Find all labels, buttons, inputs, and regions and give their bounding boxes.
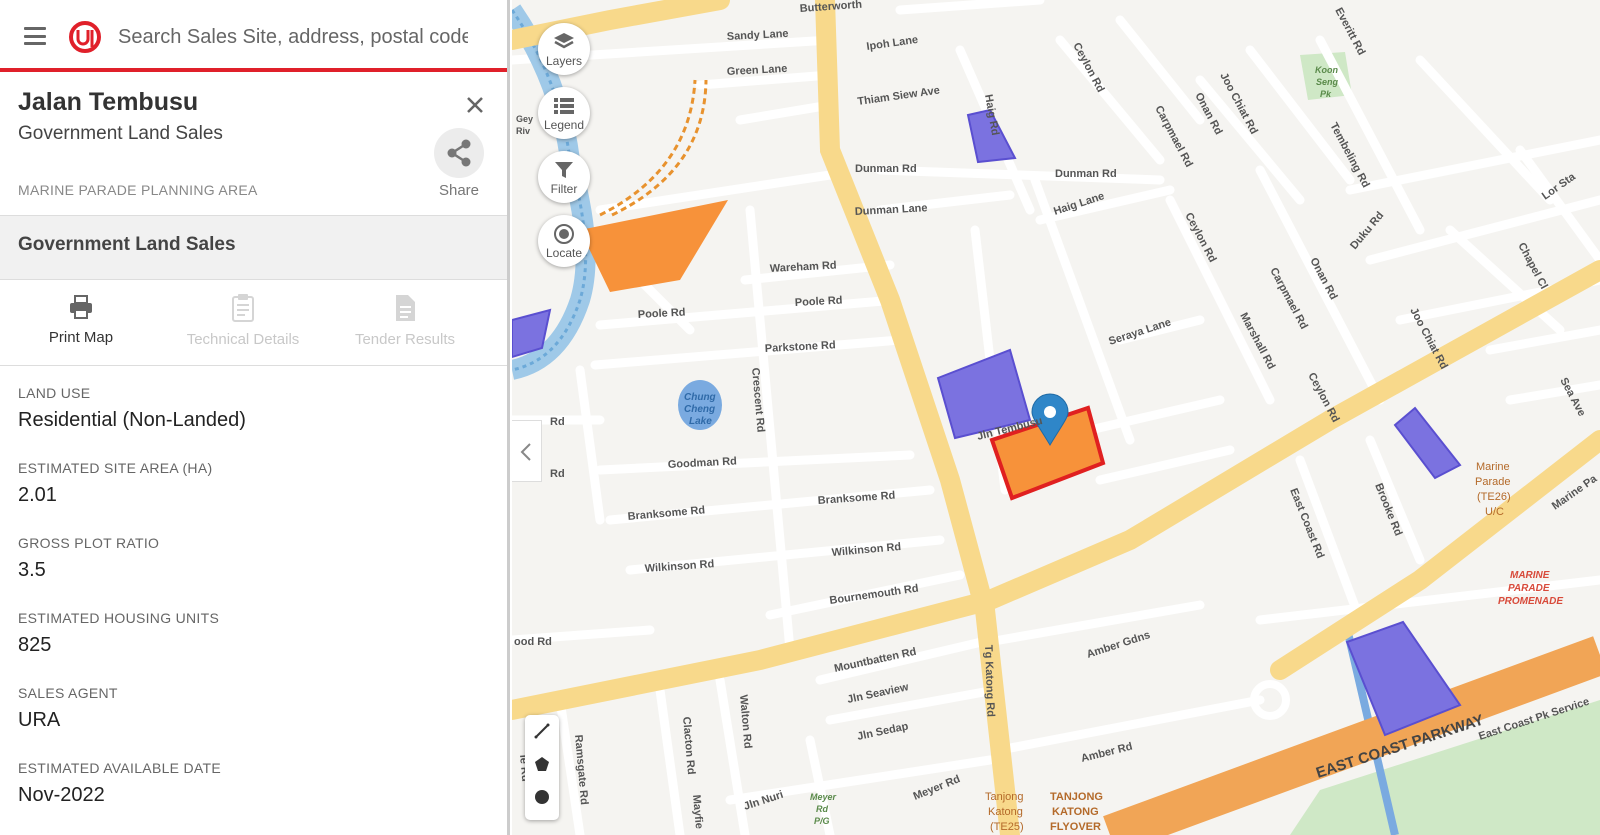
collapse-panel-button[interactable] bbox=[512, 420, 542, 482]
label-geylang-b: Riv bbox=[516, 126, 530, 136]
label-tj-katong-c: (TE25) bbox=[990, 821, 1024, 833]
detail-value: 2.01 bbox=[18, 484, 57, 506]
technical-details-button[interactable]: Technical Details bbox=[162, 293, 324, 357]
label-tj-flyover-c: FLYOVER bbox=[1050, 821, 1101, 833]
detail-value: 825 bbox=[18, 634, 52, 656]
label-promenade-b: PARADE bbox=[1508, 583, 1550, 594]
detail-available-date: ESTIMATED AVAILABLE DATE Nov-2022 bbox=[18, 760, 488, 835]
detail-value: URA bbox=[18, 709, 61, 731]
technical-details-label: Technical Details bbox=[186, 331, 300, 348]
label-meyer-pg-b: Rd bbox=[816, 804, 828, 814]
filter-icon bbox=[555, 162, 573, 178]
label-meyer-pg-c: P/G bbox=[814, 816, 830, 826]
label-tj-katong-b: Katong bbox=[988, 806, 1023, 818]
section-header: Government Land Sales bbox=[0, 215, 507, 280]
layers-icon bbox=[554, 33, 574, 49]
label-rd-a: Rd bbox=[550, 416, 565, 428]
label-koon-seng-b: Seng bbox=[1316, 77, 1339, 87]
detail-value: Residential (Non-Landed) bbox=[18, 409, 246, 431]
detail-value: Nov-2022 bbox=[18, 784, 105, 806]
label-marine-parade-d: U/C bbox=[1485, 506, 1504, 518]
label-chung-a: Chung bbox=[684, 392, 716, 403]
label-promenade-c: PROMENADE bbox=[1498, 596, 1563, 607]
detail-land-use: LAND USE Residential (Non-Landed) bbox=[18, 385, 488, 460]
locate-label: Locate bbox=[545, 246, 583, 260]
label-meyer-pg-a: Meyer bbox=[810, 792, 837, 802]
label-rd-b: Rd bbox=[550, 468, 565, 480]
label-tj-flyover-b: KATONG bbox=[1052, 806, 1099, 818]
polygon-tool-icon bbox=[535, 757, 549, 771]
detail-label: LAND USE bbox=[18, 385, 91, 401]
document-icon bbox=[396, 295, 415, 321]
label-dunman-rd-2: Dunman Rd bbox=[1055, 168, 1117, 180]
planning-area: MARINE PARADE PLANNING AREA bbox=[18, 182, 258, 198]
map-canvas[interactable]: Butterworth Sandy Lane Ipoh Lane Green L… bbox=[512, 0, 1600, 835]
site-details: LAND USE Residential (Non-Landed) ESTIMA… bbox=[18, 385, 488, 835]
draw-toolbar bbox=[525, 715, 559, 820]
label-koon-seng-a: Koon bbox=[1315, 65, 1338, 75]
printer-icon bbox=[70, 295, 92, 319]
label-chung-c: Lake bbox=[689, 416, 712, 427]
circle-tool-button[interactable] bbox=[525, 781, 559, 814]
label-marine-parade-b: Parade bbox=[1475, 476, 1510, 488]
site-subtitle: Government Land Sales bbox=[18, 123, 223, 144]
locate-icon bbox=[554, 224, 574, 244]
label-poole-2: Poole Rd bbox=[795, 295, 843, 309]
legend-icon bbox=[554, 98, 574, 114]
section-title: Government Land Sales bbox=[18, 234, 236, 255]
share-icon bbox=[447, 139, 471, 167]
detail-label: ESTIMATED SITE AREA (HA) bbox=[18, 460, 213, 476]
circle-tool-icon bbox=[535, 790, 549, 804]
print-map-button[interactable]: Print Map bbox=[0, 293, 162, 357]
tender-results-label: Tender Results bbox=[354, 331, 456, 348]
search-input[interactable] bbox=[118, 22, 468, 52]
label-tg-katong: Tg Katong Rd bbox=[982, 645, 997, 717]
share-button[interactable] bbox=[434, 128, 484, 178]
ura-logo bbox=[69, 21, 101, 53]
legend-label: Legend bbox=[543, 118, 585, 132]
clipboard-icon bbox=[232, 294, 254, 322]
search-bar bbox=[0, 0, 507, 72]
filter-button[interactable]: Filter bbox=[538, 151, 590, 203]
map-view[interactable]: Butterworth Sandy Lane Ipoh Lane Green L… bbox=[512, 0, 1600, 835]
detail-housing-units: ESTIMATED HOUSING UNITS 825 bbox=[18, 610, 488, 685]
label-geylang-a: Gey bbox=[516, 114, 533, 124]
detail-label: ESTIMATED AVAILABLE DATE bbox=[18, 760, 221, 776]
site-info-panel: Jalan Tembusu Government Land Sales Shar… bbox=[0, 0, 510, 835]
layers-label: Layers bbox=[545, 54, 583, 68]
layers-button[interactable]: Layers bbox=[538, 23, 590, 75]
chevron-left-icon bbox=[520, 443, 531, 461]
label-marine-parade-a: Marine bbox=[1476, 461, 1510, 473]
detail-label: GROSS PLOT RATIO bbox=[18, 535, 160, 551]
action-bar: Print Map Technical Details Tender Resul… bbox=[0, 281, 507, 366]
locate-button[interactable]: Locate bbox=[538, 215, 590, 267]
label-koon-seng-c: Pk bbox=[1320, 89, 1332, 99]
detail-site-area: ESTIMATED SITE AREA (HA) 2.01 bbox=[18, 460, 488, 535]
label-promenade-a: MARINE bbox=[1510, 570, 1550, 581]
label-tj-katong-a: Tanjong bbox=[985, 791, 1024, 803]
label-chung-b: Cheng bbox=[684, 404, 715, 415]
label-dunman-rd-1: Dunman Rd bbox=[855, 163, 917, 175]
menu-icon[interactable] bbox=[24, 27, 46, 45]
label-marine-parade-c: (TE26) bbox=[1477, 491, 1511, 503]
label-tj-flyover-a: TANJONG bbox=[1050, 791, 1103, 803]
detail-value: 3.5 bbox=[18, 559, 46, 581]
polygon-tool-button[interactable] bbox=[525, 748, 559, 781]
label-poole-1: Poole Rd bbox=[638, 307, 686, 321]
site-title: Jalan Tembusu bbox=[18, 88, 199, 116]
line-tool-icon bbox=[534, 723, 550, 739]
detail-label: ESTIMATED HOUSING UNITS bbox=[18, 610, 220, 626]
filter-label: Filter bbox=[550, 182, 578, 196]
label-rd-c: ood Rd bbox=[514, 636, 552, 648]
print-map-label: Print Map bbox=[48, 329, 114, 346]
detail-sales-agent: SALES AGENT URA bbox=[18, 685, 488, 760]
close-icon[interactable] bbox=[462, 92, 488, 118]
legend-button[interactable]: Legend bbox=[538, 87, 590, 139]
detail-label: SALES AGENT bbox=[18, 685, 118, 701]
detail-plot-ratio: GROSS PLOT RATIO 3.5 bbox=[18, 535, 488, 610]
share-label: Share bbox=[438, 182, 480, 199]
tender-results-button[interactable]: Tender Results bbox=[324, 293, 486, 357]
line-tool-button[interactable] bbox=[525, 715, 559, 748]
